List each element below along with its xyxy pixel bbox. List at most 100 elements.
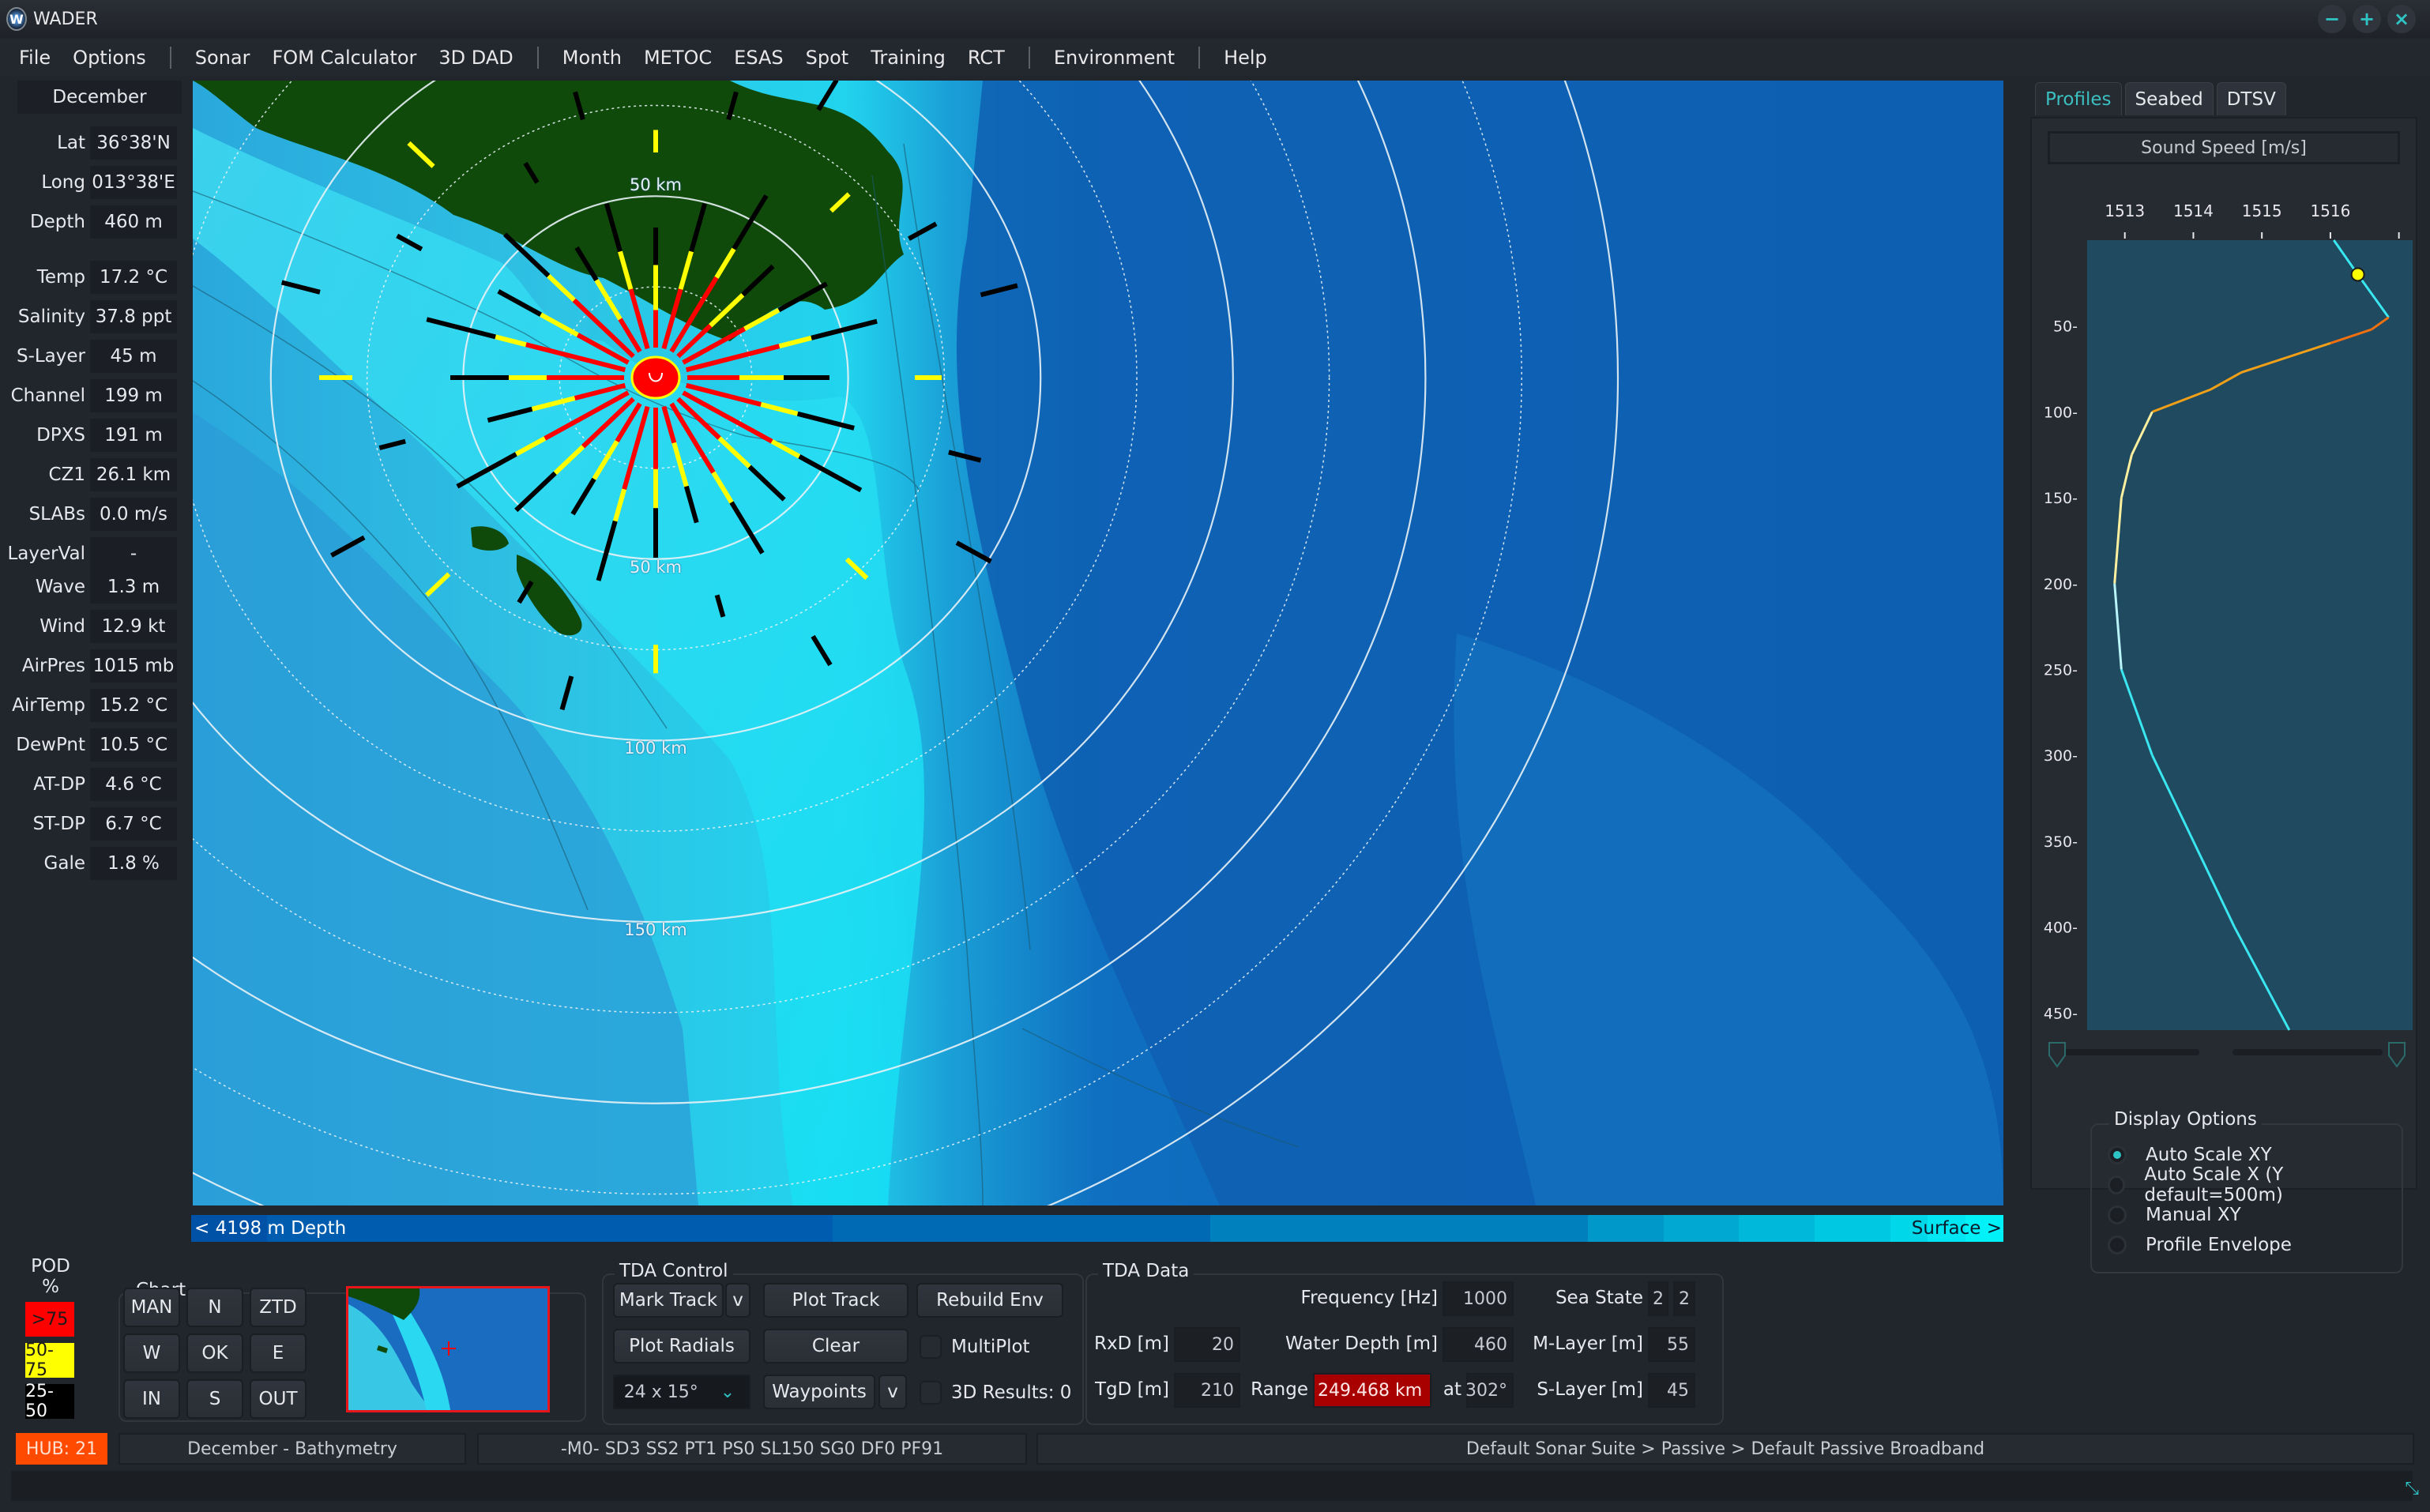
menu-item-environment[interactable]: Environment	[1054, 47, 1175, 69]
display-options-group: Display Options Auto Scale XY Auto Scale …	[2090, 1109, 2403, 1273]
pod-legend-swatch: >75	[25, 1302, 74, 1337]
chart-button-n[interactable]: N	[186, 1288, 243, 1327]
map-canvas[interactable]	[193, 81, 2003, 1205]
month-display: December	[17, 81, 182, 114]
pod-legend-swatch: 25-50	[25, 1382, 74, 1421]
title-bar: W WADER − + ×	[0, 0, 2430, 38]
env-value: 1015 mb	[90, 649, 177, 683]
env-label: Gale	[43, 853, 85, 874]
chart-button-s[interactable]: S	[186, 1379, 243, 1419]
bearing-at-label: at	[1443, 1379, 1461, 1400]
chart-button-man[interactable]: MAN	[123, 1288, 180, 1327]
env-value: -	[90, 537, 177, 570]
app-title: WADER	[33, 9, 98, 29]
depth-scale-segment	[1663, 1215, 1740, 1242]
bearing-field[interactable]: 302°	[1465, 1373, 1514, 1408]
menu-item-metoc[interactable]: METOC	[644, 47, 712, 69]
rxd-field[interactable]: 20	[1174, 1327, 1240, 1362]
tab-seabed[interactable]: Seabed	[2124, 82, 2214, 115]
menu-item-options[interactable]: Options	[73, 47, 146, 69]
resize-grip-icon[interactable]: ⤡	[2405, 1479, 2419, 1499]
sea-state-field-2[interactable]: 2	[1673, 1281, 1695, 1316]
pod-legend-swatch: 50-75	[25, 1341, 74, 1380]
menu-item-3d-dad[interactable]: 3D DAD	[438, 47, 513, 69]
chart-button-ok[interactable]: OK	[186, 1333, 243, 1373]
menu-item-esas[interactable]: ESAS	[734, 47, 784, 69]
env-row-airpres: AirPres 1015 mb	[0, 649, 190, 683]
rebuild-env-button[interactable]: Rebuild Env	[916, 1283, 1063, 1318]
display-option[interactable]: Manual XY	[2108, 1201, 2241, 1229]
menu-item-training[interactable]: Training	[871, 47, 946, 69]
water-depth-field[interactable]: 460	[1443, 1327, 1514, 1362]
tactical-map[interactable]: 50 km100 km150 km200 km50 km100 km150 km	[193, 81, 2003, 1205]
waypoints-button[interactable]: Waypoints	[763, 1375, 875, 1409]
waypoints-dropdown[interactable]: v	[878, 1375, 907, 1409]
env-value: 12.9 kt	[90, 610, 177, 643]
menu-item-spot[interactable]: Spot	[806, 47, 849, 69]
plot-track-button[interactable]: Plot Track	[763, 1283, 908, 1318]
m-layer-field[interactable]: 55	[1648, 1327, 1695, 1362]
menu-item-month[interactable]: Month	[562, 47, 622, 69]
tgd-field[interactable]: 210	[1174, 1373, 1240, 1408]
environment-panel: December Lat 36°38'N Long 013°38'E Depth 460 …	[0, 76, 190, 1205]
maximize-button[interactable]: +	[2353, 5, 2381, 33]
mark-track-button[interactable]: Mark Track	[613, 1283, 724, 1318]
env-row-cz1: CZ1 26.1 km	[0, 458, 190, 491]
tab-profiles[interactable]: Profiles	[2035, 82, 2122, 115]
radio-button[interactable]	[2108, 1205, 2127, 1224]
radio-button[interactable]	[2108, 1175, 2126, 1194]
receiver-depth-marker	[2350, 267, 2365, 282]
menu-item-fom-calculator[interactable]: FOM Calculator	[272, 47, 416, 69]
3d-results-checkbox[interactable]	[920, 1381, 942, 1405]
chart-button-in[interactable]: IN	[123, 1379, 180, 1419]
env-label: AirTemp	[12, 695, 85, 716]
env-value: 191 m	[90, 419, 177, 452]
menu-bar: File Options Sonar FOM Calculator 3D DAD Mont…	[0, 39, 2430, 76]
menu-item-file[interactable]: File	[19, 47, 51, 69]
menu-separator	[536, 47, 539, 69]
radio-button[interactable]	[2108, 1145, 2127, 1164]
close-icon: ×	[2393, 8, 2410, 30]
water-depth-label: Water Depth [m]	[1285, 1333, 1438, 1354]
sea-state-field-1[interactable]: 2	[1648, 1281, 1668, 1316]
depth-color-scale	[191, 1215, 2003, 1242]
display-option[interactable]: Auto Scale X (Y default=500m)	[2108, 1164, 2402, 1205]
own-ship-dot	[630, 355, 681, 400]
window-controls: − + ×	[2318, 5, 2416, 33]
display-option[interactable]: Profile Envelope	[2108, 1231, 2292, 1259]
clear-button[interactable]: Clear	[763, 1329, 908, 1363]
hub-status-badge[interactable]: HUB: 21	[16, 1433, 107, 1465]
radio-button[interactable]	[2108, 1236, 2127, 1254]
y-tick-label: 300-	[2044, 747, 2078, 765]
env-label: Temp	[36, 267, 85, 288]
range-field[interactable]: 249.468 km	[1313, 1373, 1431, 1408]
env-label: Lat	[57, 133, 85, 153]
minimap-canvas[interactable]	[348, 1288, 550, 1412]
menu-item-rct[interactable]: RCT	[968, 47, 1005, 69]
chart-button-out[interactable]: OUT	[250, 1379, 307, 1419]
radials-select[interactable]: 24 x 15° ⌄	[613, 1375, 750, 1409]
minimize-button[interactable]: −	[2318, 5, 2346, 33]
chart-button-w[interactable]: W	[123, 1333, 180, 1373]
mark-track-dropdown[interactable]: v	[725, 1283, 750, 1318]
minimize-icon: −	[2323, 8, 2341, 30]
chart-button-ztd[interactable]: ZTD	[250, 1288, 307, 1327]
env-label: Channel	[10, 386, 85, 406]
own-ship-marker[interactable]	[630, 355, 681, 400]
close-button[interactable]: ×	[2387, 5, 2416, 33]
tab-dtsv[interactable]: DTSV	[2216, 82, 2286, 115]
range-label-north: 50 km	[629, 175, 683, 195]
tda-data-title: TDA Data	[1098, 1261, 1194, 1281]
env-row-gale: Gale 1.8 %	[0, 847, 190, 880]
frequency-field[interactable]: 1000	[1443, 1281, 1514, 1316]
plot-radials-button[interactable]: Plot Radials	[613, 1329, 750, 1363]
x-min-slider-track	[2049, 1049, 2199, 1055]
overview-minimap[interactable]	[346, 1286, 550, 1412]
chart-button-e[interactable]: E	[250, 1333, 307, 1373]
menu-item-sonar[interactable]: Sonar	[195, 47, 250, 69]
menu-item-help[interactable]: Help	[1224, 47, 1267, 69]
sonar-path-status: Default Sonar Suite > Passive > Default …	[1036, 1433, 2414, 1465]
env-label: DPXS	[36, 425, 85, 446]
s-layer-field[interactable]: 45	[1648, 1373, 1695, 1408]
multiplot-checkbox[interactable]	[920, 1335, 942, 1359]
